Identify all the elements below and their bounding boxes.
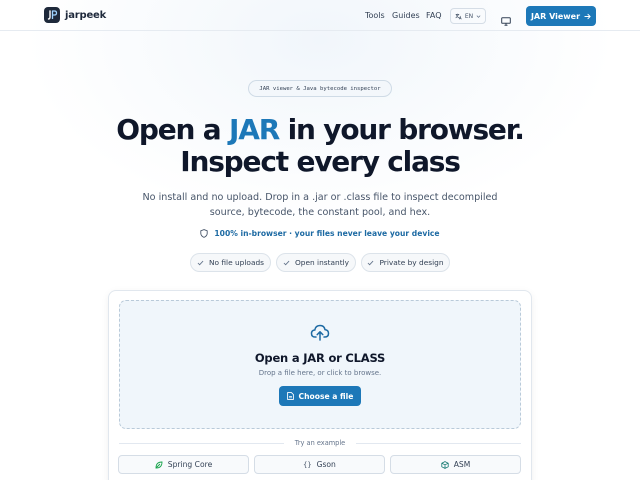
brand-logo[interactable]: jarpeek bbox=[44, 7, 106, 23]
hero-title-line2: Inspect every class bbox=[180, 145, 461, 178]
arrow-right-icon bbox=[584, 13, 591, 19]
leaf-icon bbox=[155, 461, 163, 468]
feature-chip-label: No file uploads bbox=[208, 258, 265, 267]
example-label: Spring Core bbox=[167, 460, 213, 469]
hero-title-pre: Open a bbox=[116, 113, 230, 146]
example-gson-button[interactable]: {} Gson bbox=[254, 455, 385, 474]
jar-viewer-button-label: JAR Viewer bbox=[530, 11, 581, 21]
theme-toggle-button[interactable] bbox=[501, 11, 511, 30]
check-icon bbox=[197, 260, 204, 265]
privacy-note: 100% in-browser · your files never leave… bbox=[0, 229, 640, 238]
brand-name: jarpeek bbox=[65, 9, 107, 21]
braces-icon: {} bbox=[303, 460, 312, 469]
feature-chip-no-uploads: No file uploads bbox=[190, 253, 271, 272]
example-asm-button[interactable]: ASM bbox=[390, 455, 521, 474]
language-code: EN bbox=[464, 12, 474, 20]
hero-subtitle-line1: No install and no upload. Drop in a .jar… bbox=[142, 192, 498, 203]
hero-title-accent: JAR bbox=[229, 113, 280, 146]
dropzone-hint: Drop a file here, or click to browse. bbox=[258, 369, 382, 377]
example-label: ASM bbox=[453, 460, 471, 469]
translate-icon bbox=[455, 13, 462, 19]
hero-subtitle-line2: source, bytecode, the constant pool, and… bbox=[209, 207, 431, 218]
privacy-note-text: 100% in-browser · your files never leave… bbox=[214, 229, 440, 238]
feature-chip-private: Private by design bbox=[361, 253, 450, 272]
cube-icon bbox=[441, 460, 449, 469]
choose-file-label: Choose a file bbox=[298, 391, 354, 401]
example-label: Gson bbox=[316, 460, 336, 469]
hero-title-line1: Open a JAR in your browser. bbox=[0, 114, 640, 146]
shield-icon bbox=[200, 229, 209, 238]
hero-title-post: in your browser. bbox=[279, 113, 525, 146]
check-icon bbox=[283, 260, 290, 265]
hero-tagline-pill: JAR viewer & Java bytecode inspector bbox=[248, 80, 392, 97]
examples-label: Try an example bbox=[294, 439, 346, 447]
dropzone-title: Open a JAR or CLASS bbox=[254, 351, 386, 365]
feature-chip-label: Private by design bbox=[379, 258, 444, 267]
logo-mark-icon bbox=[44, 7, 60, 23]
example-spring-core-button[interactable]: Spring Core bbox=[118, 455, 249, 474]
check-icon bbox=[368, 260, 374, 265]
feature-chip-label: Open instantly bbox=[294, 258, 350, 267]
file-icon bbox=[286, 392, 294, 400]
nav-link-faq[interactable]: FAQ bbox=[426, 11, 442, 20]
feature-chip-open-instantly: Open instantly bbox=[276, 253, 356, 272]
jar-viewer-button[interactable]: JAR Viewer bbox=[526, 6, 596, 26]
language-selector[interactable]: EN bbox=[450, 8, 486, 24]
top-navbar: jarpeek Tools Guides FAQ EN JAR Viewer bbox=[0, 0, 640, 31]
nav-link-tools[interactable]: Tools bbox=[365, 11, 385, 20]
upload-cloud-icon bbox=[310, 324, 330, 341]
choose-file-button[interactable]: Choose a file bbox=[279, 386, 361, 406]
nav-link-guides[interactable]: Guides bbox=[392, 11, 420, 20]
monitor-icon bbox=[501, 17, 511, 26]
chevron-down-icon bbox=[476, 14, 481, 18]
